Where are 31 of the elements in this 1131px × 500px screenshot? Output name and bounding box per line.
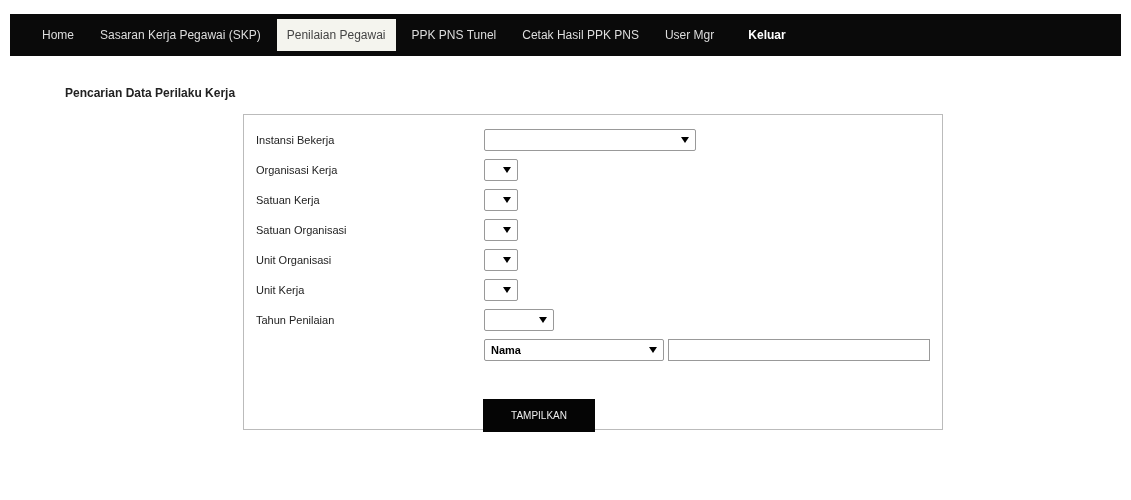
- page-heading: Pencarian Data Perilaku Kerja: [65, 86, 237, 100]
- caret-icon: [681, 137, 689, 143]
- nav-tab[interactable]: PPK PNS Tunel: [401, 19, 507, 51]
- nav-tab[interactable]: Keluar: [738, 19, 796, 51]
- dropdown[interactable]: [484, 219, 518, 241]
- caret-icon: [503, 167, 511, 173]
- input-field[interactable]: [668, 339, 930, 361]
- caret-icon: [503, 257, 511, 263]
- dropdown[interactable]: [484, 279, 518, 301]
- field-label: Unit Kerja: [256, 284, 306, 296]
- dropdown[interactable]: [484, 189, 518, 211]
- field-label: Unit Organisasi: [256, 254, 333, 266]
- caret-icon: [649, 347, 657, 353]
- caret-icon: [503, 227, 511, 233]
- dropdown[interactable]: [484, 159, 518, 181]
- field-label: Instansi Bekerja: [256, 134, 336, 146]
- field-label: Satuan Organisasi: [256, 224, 348, 236]
- caret-icon: [503, 197, 511, 203]
- show-button[interactable]: TAMPILKAN: [483, 399, 595, 432]
- nav-tab[interactable]: Cetak Hasil PPK PNS: [512, 19, 649, 51]
- nav-tab[interactable]: Home: [32, 19, 84, 51]
- field-label: Satuan Kerja: [256, 194, 321, 206]
- field-label: Tahun Penilaian: [256, 314, 336, 326]
- field-label: Organisasi Kerja: [256, 164, 339, 176]
- nav-tab[interactable]: Penilaian Pegawai: [276, 19, 396, 51]
- dropdown[interactable]: Nama: [484, 339, 664, 361]
- nav-tab[interactable]: User Mgr: [654, 19, 725, 51]
- nav-tab[interactable]: Sasaran Kerja Pegawai (SKP): [90, 19, 271, 51]
- caret-icon: [503, 287, 511, 293]
- caret-icon: [539, 317, 547, 323]
- dropdown[interactable]: [484, 249, 518, 271]
